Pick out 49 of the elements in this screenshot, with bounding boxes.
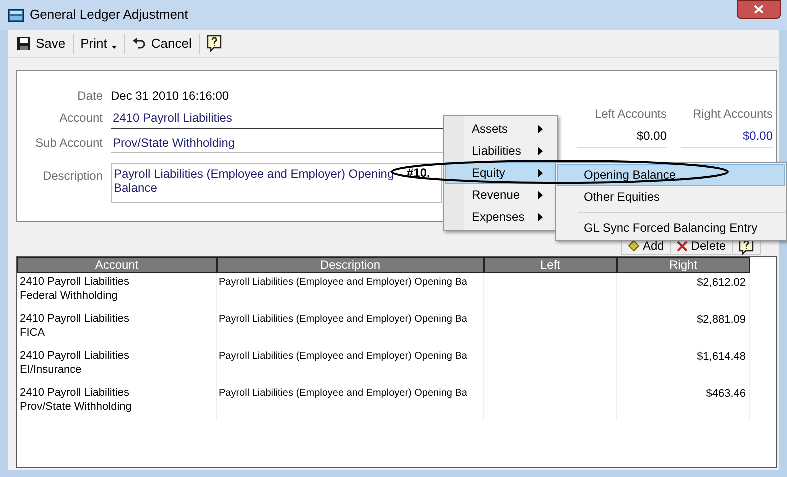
submenu-arrow-icon: [538, 124, 543, 134]
menu-item[interactable]: Revenue: [445, 184, 556, 206]
grid-toolbar-button[interactable]: Delete: [675, 237, 728, 255]
menu-item[interactable]: GL Sync Forced Balancing Entry: [557, 217, 785, 239]
table-cell: 2410 Payroll Liabilities Prov/State Withholding: [17, 384, 217, 421]
table-cell: Payroll Liabilities (Employee and Employer) Opening Ba: [217, 347, 484, 384]
total-value: $0.00: [577, 127, 667, 148]
column-header[interactable]: Left: [484, 257, 617, 273]
total-value: $0.00: [681, 127, 773, 148]
column-heading: Right Accounts: [692, 106, 773, 123]
field-label: Description: [42, 168, 103, 185]
toolbar-button[interactable]: Cancel: [129, 34, 195, 54]
table-cell: 2410 Payroll Liabilities FICA: [17, 310, 217, 347]
undo-arrow-icon: [132, 38, 146, 50]
table-cell: $2,612.02: [617, 273, 750, 310]
field-label: Date: [76, 88, 103, 105]
column-header[interactable]: Right: [617, 257, 750, 273]
submenu-arrow-icon: [538, 190, 543, 200]
menu-item[interactable]: Opening Balance: [557, 164, 785, 186]
close-button[interactable]: [737, 0, 781, 19]
table-cell: $463.46: [617, 384, 750, 421]
field-label: Account: [58, 110, 103, 127]
submenu-arrow-icon: [538, 146, 543, 156]
table-cell: 2410 Payroll Liabilities EI/Insurance: [17, 347, 217, 384]
column-heading: Left Accounts: [594, 106, 667, 123]
x-icon: [677, 240, 688, 252]
table-cell: 2410 Payroll Liabilities Federal Withholding: [17, 273, 217, 310]
table-cell: $2,881.09: [617, 310, 750, 347]
column-header[interactable]: Account: [17, 257, 217, 273]
help-icon[interactable]: [206, 35, 222, 52]
date-value: Dec 31 2010 16:16:00: [111, 88, 230, 105]
table-cell: Payroll Liabilities (Employee and Employer) Opening Ba: [217, 310, 484, 347]
table-cell: Payroll Liabilities (Employee and Employer) Opening Ba: [217, 273, 484, 310]
toolbar-button[interactable]: Save: [14, 34, 69, 54]
menu-item[interactable]: Other Equities: [557, 186, 785, 208]
window-title: General Ledger Adjustment: [30, 6, 188, 24]
table-cell: Payroll Liabilities (Employee and Employer) Opening Ba: [217, 384, 484, 421]
dropdown-caret-icon: [112, 46, 118, 50]
submenu-arrow-icon: [538, 168, 543, 178]
toolbar-button[interactable]: Print: [78, 34, 120, 54]
annotation-label: #10.: [407, 165, 430, 182]
close-icon: [754, 5, 764, 14]
grid-toolbar-button[interactable]: Add: [626, 237, 666, 255]
submenu-arrow-icon: [538, 212, 543, 222]
column-header[interactable]: Description: [217, 257, 484, 273]
field-label: Sub Account: [34, 135, 103, 152]
calculator-icon: [8, 8, 24, 22]
table-cell: $1,614.48: [617, 347, 750, 384]
menu-item[interactable]: Expenses: [445, 206, 556, 228]
